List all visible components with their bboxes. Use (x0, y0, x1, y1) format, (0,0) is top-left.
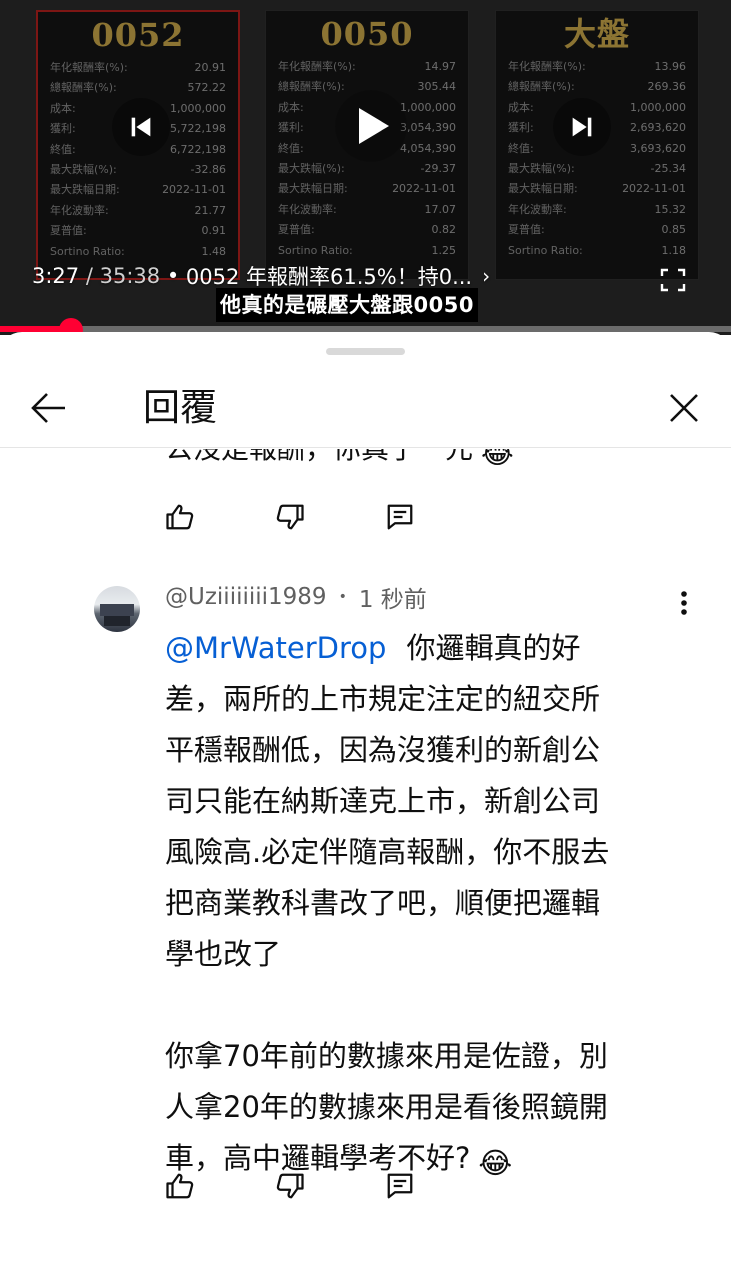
meta-dot: • (338, 589, 347, 605)
previous-comment-actions (160, 497, 420, 537)
thumbs-down-icon (276, 1173, 304, 1199)
comment-line: 平穩報酬低，因為沒獲利的新創公 (165, 733, 601, 767)
previous-comment-partial: 公沒是報酬，你真了一元 (165, 449, 473, 465)
title-dot: • (160, 264, 186, 288)
fullscreen-icon[interactable] (660, 268, 686, 292)
thumbs-down-icon (276, 504, 304, 530)
comment-time: 1 秒前 (358, 587, 427, 613)
replies-sheet: 回覆 公沒是報酬，你真了一元😂 @Uziiiiiiii1989 • 1 (0, 332, 731, 1280)
comment-line: 把商業教科書改了吧，順便把邏輯 (165, 886, 601, 920)
skip-previous-icon (131, 117, 151, 137)
author-handle[interactable]: @Uziiiiiiii1989 (165, 584, 327, 610)
more-options-button[interactable] (668, 583, 700, 623)
replies-list[interactable]: 公沒是報酬，你真了一元 😂 @Uziiiiiiii1989 • 1 秒前 (0, 449, 731, 1280)
comment-body: @MrWaterDrop 你邏輯真的好 差，兩所的上市規定注定的紐交所 平穩報酬低，… (165, 623, 665, 1189)
duration: 35:38 (99, 264, 161, 288)
close-button[interactable] (660, 384, 708, 432)
time-separator: / (79, 264, 100, 288)
drag-handle[interactable] (326, 348, 405, 355)
more-vertical-icon (681, 591, 687, 615)
reply-icon (387, 1173, 413, 1199)
comment-line: 司只能在納斯達克上市，新創公司 (165, 784, 601, 818)
comment-line: 風險高.必定伴隨高報酬，你不服去 (165, 835, 610, 869)
thumbs-up-icon (166, 504, 194, 530)
comment-line: 人拿20年的數據來用是看後照鏡開 (165, 1090, 608, 1124)
close-icon (670, 394, 698, 422)
play-icon (359, 108, 389, 144)
next-button[interactable] (553, 98, 611, 156)
emoji: 😂 (481, 449, 514, 470)
comment-line: 學也改了 (165, 937, 282, 971)
previous-button[interactable] (112, 98, 170, 156)
avatar[interactable] (94, 586, 140, 632)
comment-line-text: 你邏輯真的好 (406, 631, 581, 665)
back-button[interactable] (24, 384, 72, 432)
video-title[interactable]: 0052 年報酬率61.5%！持0... (186, 261, 472, 291)
dislike-button[interactable] (270, 1166, 310, 1206)
reply-button[interactable] (380, 1166, 420, 1206)
current-time: 3:27 (32, 264, 80, 288)
comment-meta: @Uziiiiiiii1989 • 1 秒前 (165, 579, 427, 615)
comment-line: 差，兩所的上市規定注定的紐交所 (165, 682, 601, 716)
mention-link[interactable]: @MrWaterDrop (165, 631, 386, 665)
previous-comment-text: 公沒是報酬，你真了一元 😂 (165, 449, 514, 474)
like-button[interactable] (160, 1166, 200, 1206)
back-arrow-icon (31, 393, 65, 423)
reply-comment-actions (160, 1166, 420, 1206)
emoji: 😂 (478, 1146, 513, 1180)
like-button[interactable] (160, 497, 200, 537)
video-caption: 他真的是碾壓大盤跟0050 (216, 288, 478, 322)
comment-line: 你拿70年前的數據來用是佐證，別 (165, 1039, 608, 1073)
comment-line: @MrWaterDrop 你邏輯真的好 (165, 623, 665, 674)
reply-button[interactable] (380, 497, 420, 537)
play-button[interactable] (335, 90, 407, 162)
dislike-button[interactable] (270, 497, 310, 537)
skip-next-icon (572, 117, 592, 137)
chevron-right-icon[interactable]: › (482, 264, 490, 288)
reply-icon (387, 504, 413, 530)
video-player[interactable]: 0052 年化報酬率(%): 20.91 總報酬率(%): 572.22 成本: 1,00… (0, 0, 731, 335)
thumbs-up-icon (166, 1173, 194, 1199)
sheet-title: 回覆 (143, 386, 217, 429)
sheet-header: 回覆 (0, 368, 731, 448)
